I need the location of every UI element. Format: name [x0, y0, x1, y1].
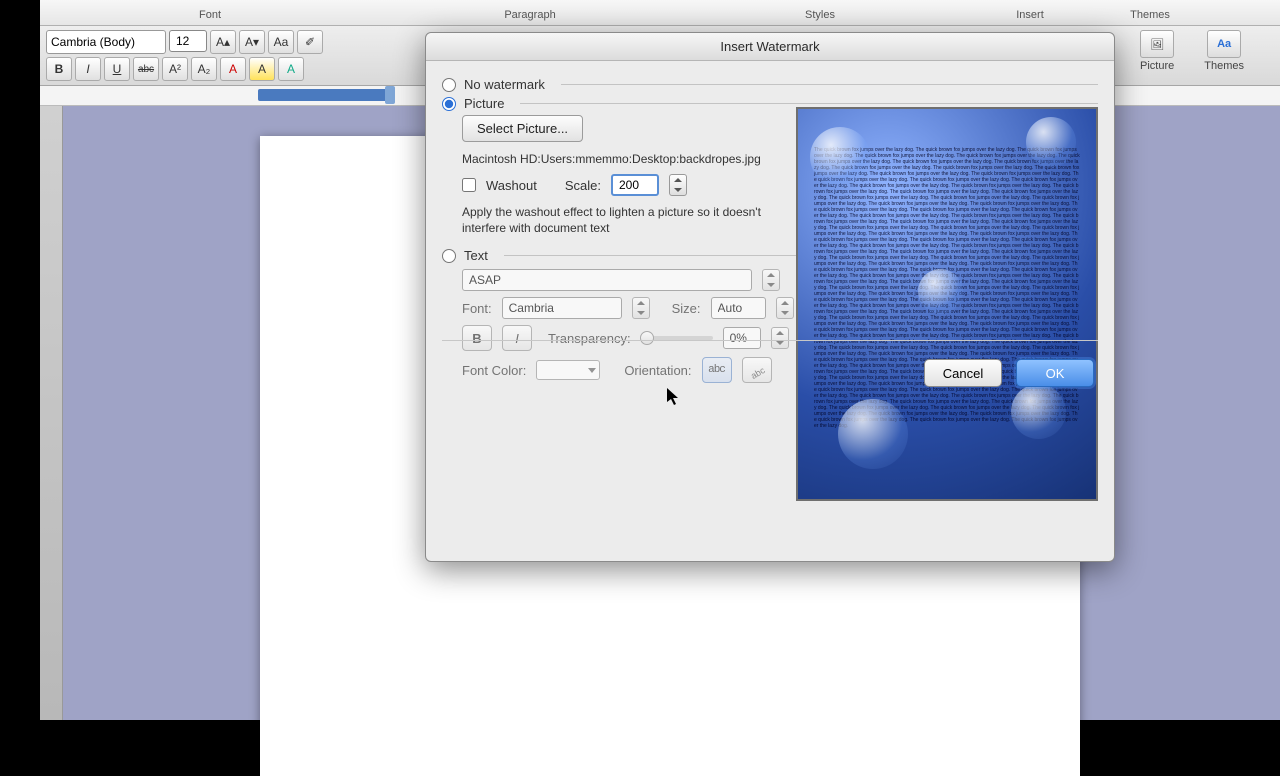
transparency-thumb[interactable] [640, 331, 654, 345]
picture-path: Macintosh HD:Users:mmemmo:Desktop:backdr… [462, 152, 802, 166]
font-color-button[interactable]: A [220, 57, 246, 81]
font-color-well[interactable] [536, 360, 600, 380]
orientation-diagonal-toggle[interactable]: abc [742, 357, 772, 383]
text-preset-stepper[interactable] [762, 269, 780, 291]
ruler-indent-region [258, 89, 393, 101]
size-label: Size: [672, 301, 701, 316]
watermark-size-input[interactable] [711, 297, 766, 319]
watermark-text-input[interactable] [462, 269, 752, 291]
text-radio-input[interactable] [442, 249, 456, 263]
change-case-button[interactable]: Aa [268, 30, 294, 54]
svg-text:abc: abc [749, 365, 767, 380]
transparency-stepper[interactable] [771, 327, 789, 349]
strikethrough-button[interactable]: abc [133, 57, 159, 81]
orientation-horizontal-toggle[interactable]: abc [702, 357, 732, 383]
ribbon-group-paragraph: Paragraph [380, 4, 680, 25]
ribbon-group-styles: Styles [680, 4, 960, 25]
diagonal-text-icon: abc [747, 360, 767, 380]
scale-stepper[interactable] [669, 174, 687, 196]
insert-picture-button[interactable]: 🖼 Picture [1140, 30, 1174, 72]
orientation-label: Orientation: [624, 363, 691, 378]
italic-button[interactable]: I [75, 57, 101, 81]
shrink-font-button[interactable]: A▾ [239, 30, 265, 54]
font-label: Font: [462, 301, 492, 316]
subscript-button[interactable]: A₂ [191, 57, 217, 81]
picture-radio-input[interactable] [442, 97, 456, 111]
select-picture-button[interactable]: Select Picture... [462, 115, 583, 142]
transparency-label: Transparency: [548, 331, 631, 346]
picture-radio-label: Picture [464, 96, 504, 111]
washout-help-text: Apply the washout effect to lighten a pi… [462, 204, 762, 236]
dialog-title: Insert Watermark [426, 33, 1114, 61]
font-name-combo[interactable] [46, 30, 166, 54]
picture-icon: 🖼 [1140, 30, 1174, 58]
ribbon-group-insert: Insert [960, 4, 1100, 25]
ruler-indent-handle[interactable] [385, 86, 395, 104]
themes-label: Themes [1204, 60, 1244, 72]
font-size-combo[interactable] [169, 30, 207, 52]
transparency-value[interactable] [723, 327, 761, 349]
grow-font-button[interactable]: A▴ [210, 30, 236, 54]
text-radio-label: Text [464, 248, 488, 263]
underline-button[interactable]: U [104, 57, 130, 81]
watermark-preview: The quick brown fox jumps over the lazy … [796, 107, 1098, 501]
no-watermark-label: No watermark [464, 77, 545, 92]
scale-input[interactable] [611, 174, 659, 196]
font-color-label: Font Color: [462, 363, 526, 378]
scale-label: Scale: [565, 178, 601, 193]
clear-formatting-button[interactable]: ✐ [297, 30, 323, 54]
font-stepper[interactable] [632, 297, 650, 319]
washout-checkbox[interactable] [462, 178, 476, 192]
cancel-button[interactable]: Cancel [924, 359, 1002, 387]
ribbon-group-themes: Themes [1100, 4, 1200, 25]
superscript-button[interactable]: A² [162, 57, 188, 81]
size-stepper[interactable] [776, 297, 794, 319]
dialog-separator [442, 340, 1098, 341]
ribbon-group-labels: Font Paragraph Styles Insert Themes [40, 0, 1280, 26]
ribbon-group-font: Font [40, 4, 380, 25]
insert-watermark-dialog: Insert Watermark No watermark Picture Se… [425, 32, 1115, 562]
no-watermark-radio-input[interactable] [442, 78, 456, 92]
watermark-font-input[interactable] [502, 297, 622, 319]
themes-button[interactable]: Aa Themes [1204, 30, 1244, 72]
watermark-italic-toggle[interactable]: I [502, 325, 532, 351]
bold-button[interactable]: B [46, 57, 72, 81]
word-app-window: Font Paragraph Styles Insert Themes A▴ A… [40, 0, 1280, 720]
watermark-bold-toggle[interactable]: B [462, 325, 492, 351]
washout-label: Washout [486, 178, 537, 193]
picture-label: Picture [1140, 60, 1174, 72]
ok-button[interactable]: OK [1016, 359, 1094, 387]
no-watermark-radio[interactable]: No watermark [442, 77, 1098, 92]
text-effects-button[interactable]: A [278, 57, 304, 81]
highlight-button[interactable]: A [249, 57, 275, 81]
themes-icon: Aa [1207, 30, 1241, 58]
